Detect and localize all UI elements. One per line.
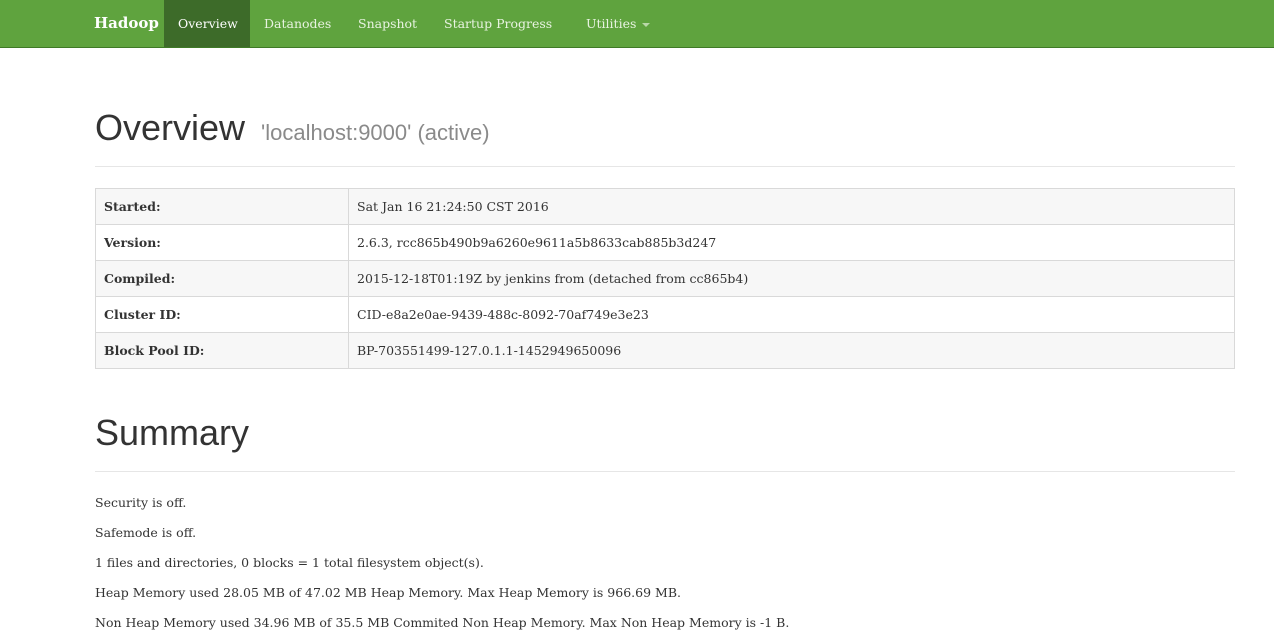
summary-heap-memory: Heap Memory used 28.05 MB of 47.02 MB He… xyxy=(95,585,681,600)
overview-title: Overview xyxy=(95,107,246,148)
row-label-started: Started: xyxy=(95,188,349,225)
table-row: Version: 2.6.3, rcc865b490b9a6260e9611a5… xyxy=(95,224,1235,261)
brand-logo[interactable]: Hadoop xyxy=(94,0,159,47)
table-row: Compiled: 2015-12-18T01:19Z by jenkins f… xyxy=(95,260,1235,297)
nav-item-overview[interactable]: Overview xyxy=(164,0,250,47)
row-label-version: Version: xyxy=(95,224,349,261)
row-label-block-pool-id: Block Pool ID: xyxy=(95,332,349,369)
summary-safemode: Safemode is off. xyxy=(95,525,197,540)
row-label-compiled: Compiled: xyxy=(95,260,349,297)
nav-item-utilities-label: Utilities xyxy=(586,16,637,31)
table-row: Block Pool ID: BP-703551499-127.0.1.1-14… xyxy=(95,332,1235,369)
nav-item-snapshot[interactable]: Snapshot xyxy=(344,0,431,47)
summary-title: Summary xyxy=(95,412,250,453)
row-value-compiled: 2015-12-18T01:19Z by jenkins from (detac… xyxy=(348,260,1235,297)
overview-info-table: Started: Sat Jan 16 21:24:50 CST 2016 Ve… xyxy=(95,188,1235,369)
nav-item-startup-progress[interactable]: Startup Progress xyxy=(430,0,566,47)
overview-subtitle: 'localhost:9000' (active) xyxy=(261,120,490,145)
summary-filesystem-objects: 1 files and directories, 0 blocks = 1 to… xyxy=(95,555,484,570)
top-navbar: Hadoop Overview Datanodes Snapshot Start… xyxy=(0,0,1274,48)
row-value-block-pool-id: BP-703551499-127.0.1.1-1452949650096 xyxy=(348,332,1235,369)
row-value-cluster-id: CID-e8a2e0ae-9439-488c-8092-70af749e3e23 xyxy=(348,296,1235,333)
summary-header: Summary xyxy=(95,410,1235,472)
summary-security: Security is off. xyxy=(95,495,187,510)
table-row: Started: Sat Jan 16 21:24:50 CST 2016 xyxy=(95,188,1235,225)
row-value-version: 2.6.3, rcc865b490b9a6260e9611a5b8633cab8… xyxy=(348,224,1235,261)
page-title: Overview 'localhost:9000' (active) xyxy=(95,105,1235,156)
row-value-started: Sat Jan 16 21:24:50 CST 2016 xyxy=(348,188,1235,225)
overview-header: Overview 'localhost:9000' (active) xyxy=(95,105,1235,167)
table-row: Cluster ID: CID-e8a2e0ae-9439-488c-8092-… xyxy=(95,296,1235,333)
row-label-cluster-id: Cluster ID: xyxy=(95,296,349,333)
nav-item-utilities[interactable]: Utilities xyxy=(572,0,664,47)
chevron-down-icon xyxy=(642,22,651,27)
summary-non-heap-memory: Non Heap Memory used 34.96 MB of 35.5 MB… xyxy=(95,615,790,630)
nav-item-datanodes[interactable]: Datanodes xyxy=(250,0,345,47)
